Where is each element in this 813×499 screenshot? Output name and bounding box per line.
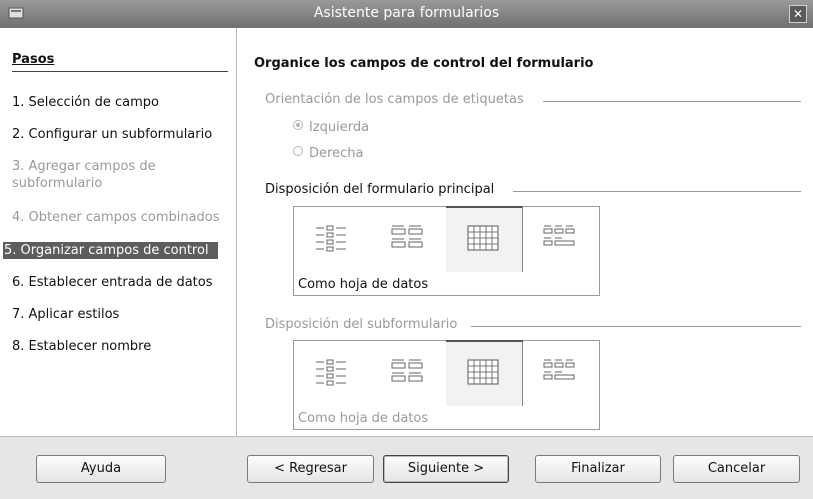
step-3-add-subform-fields: 3. Agregar campos de subformulario xyxy=(12,159,156,191)
main-layout-group: Disposición del formulario principal xyxy=(265,182,801,199)
radio-right-label: Derecha xyxy=(309,146,364,161)
block-top-labels-icon xyxy=(543,359,575,380)
sub-layout-group: Disposición del subformulario xyxy=(265,317,801,334)
step-5-arrange-controls[interactable]: 5. Organizar campos de control xyxy=(3,242,218,259)
sub-layout-title: Disposición del subformulario xyxy=(265,317,458,332)
step-6-data-entry[interactable]: 6. Establecer entrada de datos xyxy=(12,274,228,291)
columnar-top-labels-icon xyxy=(391,225,423,248)
radio-left: Izquierda xyxy=(293,120,369,135)
help-button[interactable]: Ayuda xyxy=(36,455,166,483)
main-layout-title: Disposición del formulario principal xyxy=(265,182,495,197)
finish-button[interactable]: Finalizar xyxy=(535,455,661,483)
steps-panel: Pasos 1. Selección de campo 2. Configura… xyxy=(0,28,237,436)
button-bar: Ayuda < Regresar Siguiente > Finalizar C… xyxy=(0,436,813,499)
next-button[interactable]: Siguiente > xyxy=(383,455,509,483)
sub-layout-columnar-top-labels xyxy=(370,341,446,405)
wizard-page: Organice los campos de control del formu… xyxy=(237,28,813,436)
sub-layout-options: Como hoja de datos xyxy=(293,340,600,430)
sub-layout-columnar-left-labels xyxy=(294,341,370,405)
layout-columnar-top-labels[interactable] xyxy=(370,207,446,271)
layout-datasheet[interactable] xyxy=(446,206,523,272)
back-button[interactable]: < Regresar xyxy=(247,455,374,483)
columnar-top-labels-icon xyxy=(391,359,423,382)
step-2-configure-subform[interactable]: 2. Configurar un subformulario xyxy=(12,126,228,143)
layout-block-top-labels[interactable] xyxy=(522,207,598,271)
steps-header: Pasos xyxy=(12,52,228,72)
main-layout-options: Como hoja de datos xyxy=(293,206,600,296)
radio-left-label: Izquierda xyxy=(309,120,370,135)
datasheet-icon xyxy=(467,225,499,251)
columnar-left-labels-icon xyxy=(316,359,346,386)
label-orientation-title: Orientación de los campos de etiquetas xyxy=(265,92,524,107)
step-7-apply-styles[interactable]: 7. Aplicar estilos xyxy=(12,306,228,323)
step-8-set-name[interactable]: 8. Establecer nombre xyxy=(12,338,228,355)
sub-layout-block-top-labels xyxy=(522,341,598,405)
radio-left-icon xyxy=(293,120,303,130)
main-layout-caption: Como hoja de datos xyxy=(298,277,429,292)
radio-right: Derecha xyxy=(293,146,363,161)
form-wizard-dialog: Asistente para formularios ✕ Pasos 1. Se… xyxy=(0,0,813,499)
cancel-button[interactable]: Cancelar xyxy=(673,455,800,483)
window-title: Asistente para formularios xyxy=(313,5,500,21)
columnar-left-labels-icon xyxy=(316,225,346,252)
step-1-field-selection[interactable]: 1. Selección de campo xyxy=(12,94,228,111)
sub-layout-caption: Como hoja de datos xyxy=(298,411,429,426)
layout-columnar-left-labels[interactable] xyxy=(294,207,370,271)
sub-layout-datasheet xyxy=(446,340,523,406)
label-orientation-group: Orientación de los campos de etiquetas xyxy=(265,92,801,109)
datasheet-icon xyxy=(467,359,499,385)
block-top-labels-icon xyxy=(543,225,575,246)
radio-right-icon xyxy=(293,146,303,156)
page-title: Organice los campos de control del formu… xyxy=(254,56,594,71)
step-4-get-joined-fields: 4. Obtener campos combinados xyxy=(12,210,220,225)
title-bar[interactable]: Asistente para formularios ✕ xyxy=(0,0,813,28)
close-icon[interactable]: ✕ xyxy=(789,5,807,23)
